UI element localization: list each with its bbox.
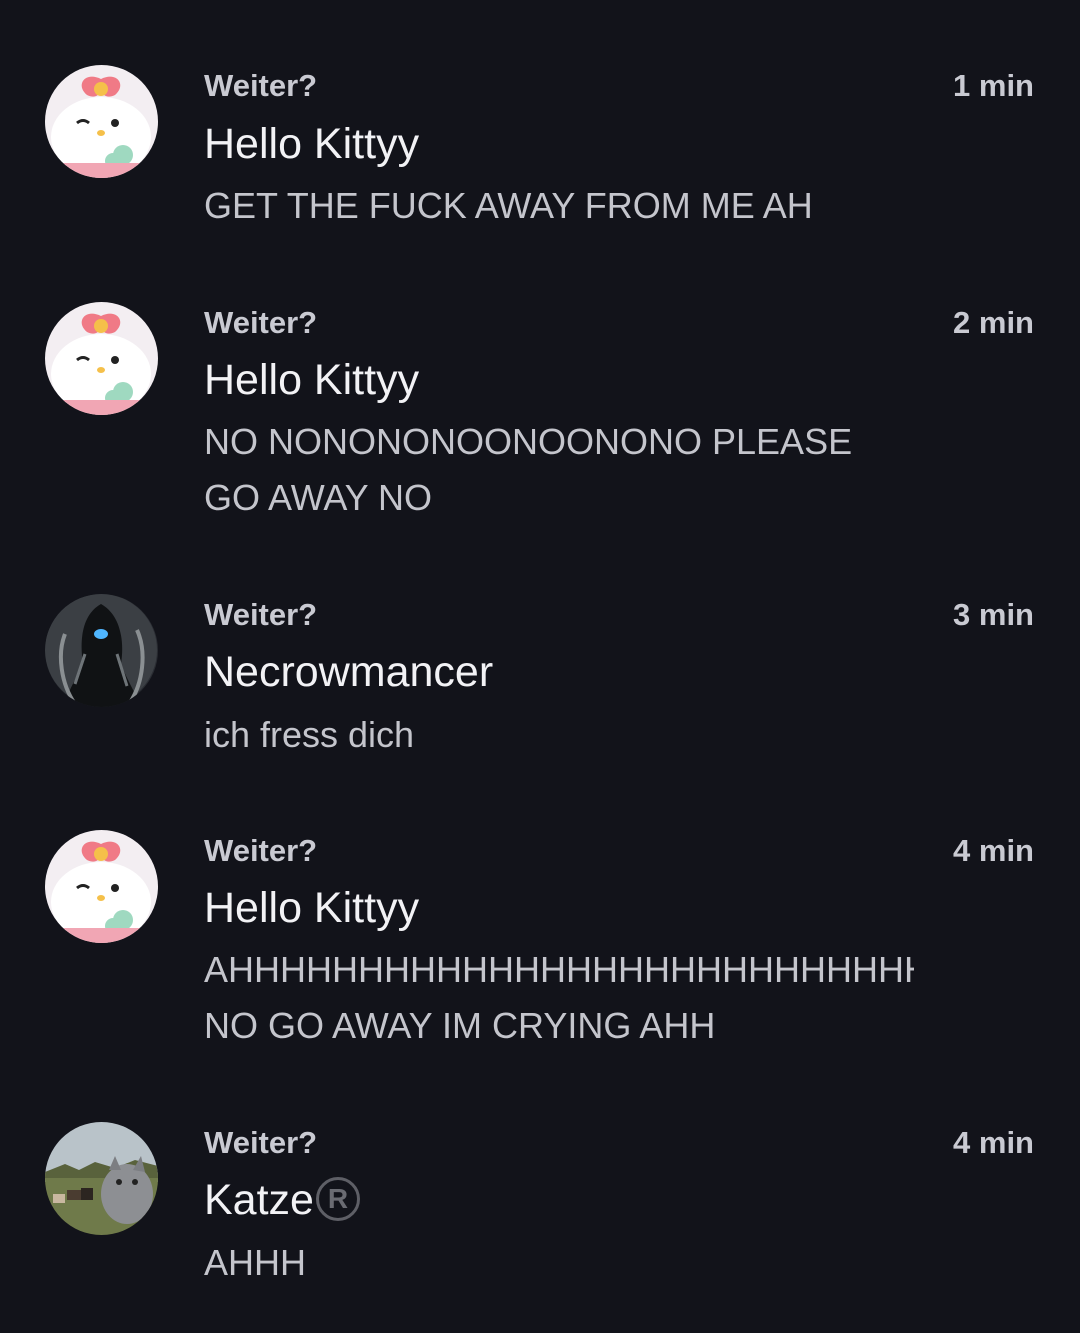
message-text: GET THE FUCK AWAY FROM ME AH [204,178,914,234]
timestamp: 4 min [953,833,1034,868]
app-name: Weiter? [204,597,318,632]
notification-item[interactable]: Weiter? 1 min Hello Kittyy GET THE FUCK … [0,0,1080,260]
message-line: ich fress dich [204,714,415,755]
message-line: AHHH [204,1242,307,1283]
sender-name: Katze R [204,1176,360,1225]
message-line: AHHHHHHHHHHHHHHHHHHHHHHHHHHHH [204,949,914,990]
sender-name-text: Katze [204,1176,314,1224]
message-line: GO AWAY NO [204,477,433,518]
hello-kitty-avatar [45,65,158,178]
registered-icon: R [315,1176,360,1221]
hello-kitty-avatar [45,830,158,943]
notification-item[interactable]: Weiter? 2 min Hello Kittyy NO NONONONOON… [0,260,1080,560]
app-name: Weiter? [204,833,318,868]
sender-name: Hello Kittyy [204,120,420,168]
message-text: AHHHHHHHHHHHHHHHHHHHHHHHHHHHH NO GO AWAY… [204,942,914,1054]
app-name: Weiter? [204,1125,318,1160]
message-text: AHHH [204,1235,914,1291]
notification-item[interactable]: Weiter? 3 min Necrowmancer ich fress dic… [0,560,1080,810]
timestamp: 1 min [953,68,1034,103]
app-name: Weiter? [204,305,318,340]
timestamp: 4 min [953,1125,1034,1160]
sender-name: Hello Kittyy [204,884,420,932]
message-line: GET THE FUCK AWAY FROM ME AH [204,185,813,226]
necromancer-avatar [45,594,158,707]
cat-avatar [45,1122,158,1235]
notification-item[interactable]: Weiter? 4 min Katze R AHHH [0,1100,1080,1333]
app-name: Weiter? [204,68,318,103]
sender-name: Necrowmancer [204,648,494,696]
message-text: ich fress dich [204,707,914,763]
timestamp: 3 min [953,597,1034,632]
message-text: NO NONONONOONOONONO PLEASE GO AWAY NO [204,414,914,526]
hello-kitty-avatar [45,302,158,415]
sender-name: Hello Kittyy [204,356,420,404]
notification-item[interactable]: Weiter? 4 min Hello Kittyy AHHHHHHHHHHHH… [0,810,1080,1100]
message-line: NO NONONONOONOONONO PLEASE [204,421,853,462]
timestamp: 2 min [953,305,1034,340]
message-line: NO GO AWAY IM CRYING AHH [204,1005,716,1046]
